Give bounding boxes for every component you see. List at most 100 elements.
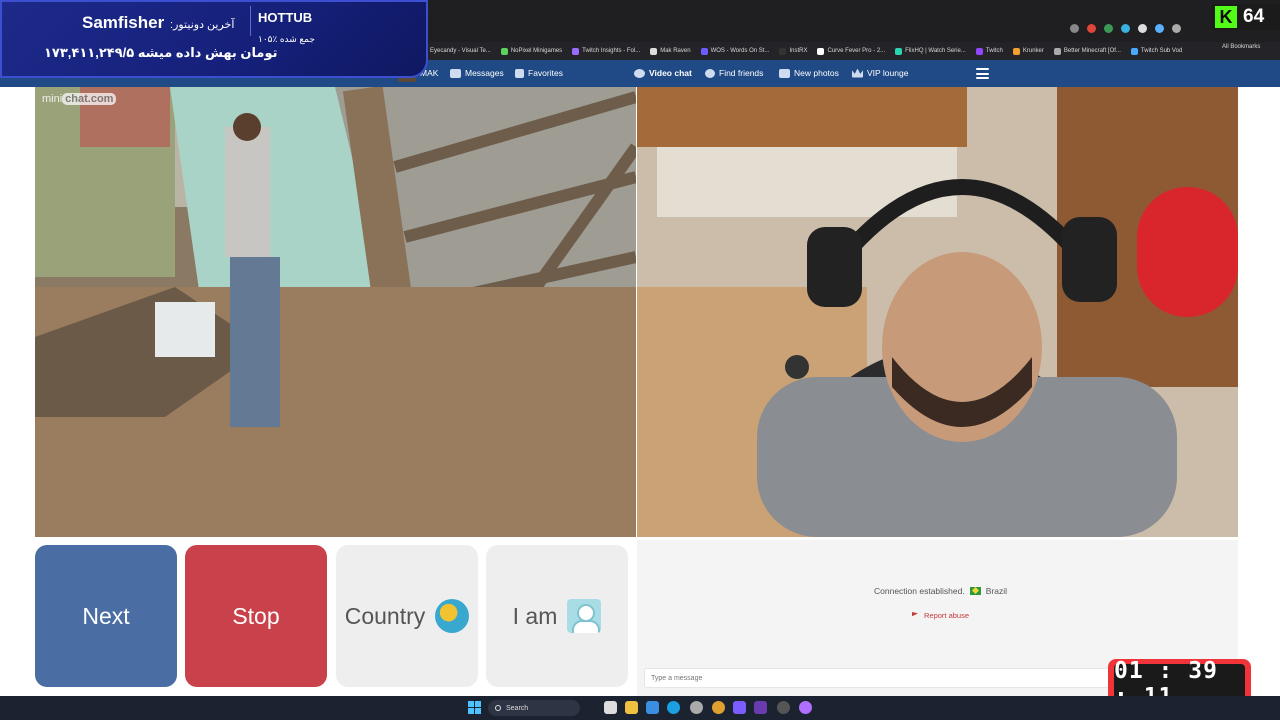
all-bookmarks[interactable]: All Bookmarks	[1222, 44, 1260, 50]
windows-taskbar	[0, 696, 1280, 720]
bookmark-item[interactable]: Krunker	[1012, 47, 1044, 55]
bookmark-item[interactable]: Eyecandy - Visual Te...	[420, 47, 491, 55]
bookmark-favicon-icon	[572, 47, 580, 55]
bookmark-item[interactable]: Mak Raven	[650, 47, 691, 55]
extension-icon[interactable]	[1172, 24, 1181, 33]
search-icon	[705, 68, 715, 78]
kick-viewer-badge: K 64	[1212, 4, 1280, 30]
bookmark-icon	[515, 68, 524, 78]
bookmark-label: Twitch Sub Vod	[1140, 48, 1183, 54]
nav-video-chat[interactable]: Video chat	[634, 68, 692, 78]
stranger-video	[35, 87, 636, 537]
extension-icons	[1070, 24, 1181, 33]
stop-button[interactable]: Stop	[185, 545, 327, 687]
nav-new-photos[interactable]: New photos	[779, 68, 839, 78]
bookmark-label: Curve Fever Pro - 2...	[827, 48, 886, 54]
extension-icon[interactable]	[1138, 24, 1147, 33]
minichat-watermark: mini chat.com	[42, 93, 117, 105]
bookmark-item[interactable]: Better Minecraft [Of...	[1053, 47, 1121, 55]
windows-start-icon[interactable]	[468, 701, 481, 714]
star-icon[interactable]	[1070, 24, 1079, 33]
latest-donor-label: :آخرین دونیتور	[170, 19, 235, 31]
nav-messages-label: Messages	[465, 68, 504, 78]
bookmark-item[interactable]: NoPixel Minigames	[500, 47, 563, 55]
settings-icon[interactable]	[690, 701, 703, 714]
taskbar-search[interactable]: Search	[488, 700, 580, 716]
bookmark-label: Twitch	[985, 48, 1003, 54]
report-abuse-label: Report abuse	[924, 611, 970, 620]
extension-icon[interactable]	[1104, 24, 1113, 33]
task-view-icon[interactable]	[604, 701, 617, 714]
country-button[interactable]: Country	[336, 545, 478, 687]
watermark-chat: chat.com	[62, 93, 117, 105]
brazil-flag-icon	[969, 587, 981, 595]
nav-new-photos-label: New photos	[794, 68, 839, 78]
hottub-title: HOTTUB	[258, 10, 313, 25]
taskbar-search-label: Search	[506, 704, 529, 712]
latest-donor-name: Samfisher	[82, 13, 165, 32]
nav-find-friends-label: Find friends	[719, 68, 764, 78]
stranger-video-frame	[35, 87, 636, 537]
flag-icon	[912, 612, 918, 617]
overlay-divider	[250, 6, 251, 36]
bookmark-favicon-icon	[895, 47, 903, 55]
store-icon[interactable]	[646, 701, 659, 714]
donation-overlay	[0, 0, 428, 78]
bookmark-item[interactable]: Curve Fever Pro - 2...	[817, 47, 886, 55]
bookmark-favicon-icon	[1012, 47, 1020, 55]
extension-icon[interactable]	[1087, 24, 1096, 33]
crown-icon	[852, 68, 863, 78]
bookmark-label: Mak Raven	[660, 48, 691, 54]
edge-icon[interactable]	[667, 701, 680, 714]
watermark-mini: mini	[42, 93, 63, 105]
bookmark-label: Better Minecraft [Of...	[1063, 48, 1121, 54]
gender-button-label: I am	[512, 602, 558, 629]
bookmark-item[interactable]: InstRX	[779, 47, 808, 55]
country-button-label: Country	[344, 602, 426, 629]
bookmark-favicon-icon	[975, 47, 983, 55]
app-icon[interactable]	[799, 701, 812, 714]
nav-video-chat-label: Video chat	[649, 68, 692, 78]
obs-icon[interactable]	[777, 701, 790, 714]
person-icon	[567, 599, 602, 633]
app-r-icon[interactable]	[754, 701, 767, 714]
chat-bubble-icon	[634, 68, 645, 78]
stop-button-label: Stop	[232, 602, 280, 629]
extension-icon[interactable]	[1121, 24, 1130, 33]
next-button[interactable]: Next	[35, 545, 177, 687]
bookmark-item[interactable]: Twitch	[975, 47, 1003, 55]
viewer-count: 64	[1243, 6, 1265, 27]
gender-button[interactable]: I am	[486, 545, 628, 687]
bookmark-item[interactable]: Twitch Sub Vod	[1130, 47, 1183, 55]
envelope-icon	[450, 68, 461, 78]
bookmark-favicon-icon	[817, 47, 825, 55]
bookmark-favicon-icon	[700, 47, 708, 55]
report-abuse-link[interactable]: Report abuse	[912, 611, 969, 620]
nav-messages[interactable]: Messages	[450, 68, 504, 78]
file-explorer-icon[interactable]	[625, 701, 638, 714]
bookmark-item[interactable]: WOS - Words On St...	[700, 47, 769, 55]
photos-icon	[779, 68, 790, 78]
connection-status: Connection established. Brazil	[874, 586, 1007, 596]
bookmark-label: Krunker	[1022, 48, 1044, 54]
hamburger-menu-icon[interactable]	[976, 68, 989, 79]
bookmark-item[interactable]: FlixHQ | Watch Serie...	[895, 47, 966, 55]
search-icon	[495, 705, 501, 711]
connection-text: Connection established.	[874, 586, 965, 596]
nav-favorites-label: Favorites	[528, 68, 563, 78]
bookmark-item[interactable]: Twitch Insights - Fol...	[572, 47, 640, 55]
globe-icon	[435, 599, 470, 633]
nav-find-friends[interactable]: Find friends	[705, 68, 763, 78]
nav-vip-lounge[interactable]: VIP lounge	[852, 68, 908, 78]
discord-icon[interactable]	[733, 701, 746, 714]
self-video	[637, 87, 1238, 537]
bookmark-label: NoPixel Minigames	[510, 48, 563, 54]
nav-vip-lounge-label: VIP lounge	[867, 68, 909, 78]
chrome-icon[interactable]	[712, 701, 725, 714]
bookmark-favicon-icon	[779, 47, 787, 55]
message-input[interactable]	[644, 668, 1110, 688]
extension-icon[interactable]	[1155, 24, 1164, 33]
nav-favorites[interactable]: Favorites	[515, 68, 563, 78]
self-video-frame	[637, 87, 1238, 537]
bookmark-label: InstRX	[789, 48, 808, 54]
